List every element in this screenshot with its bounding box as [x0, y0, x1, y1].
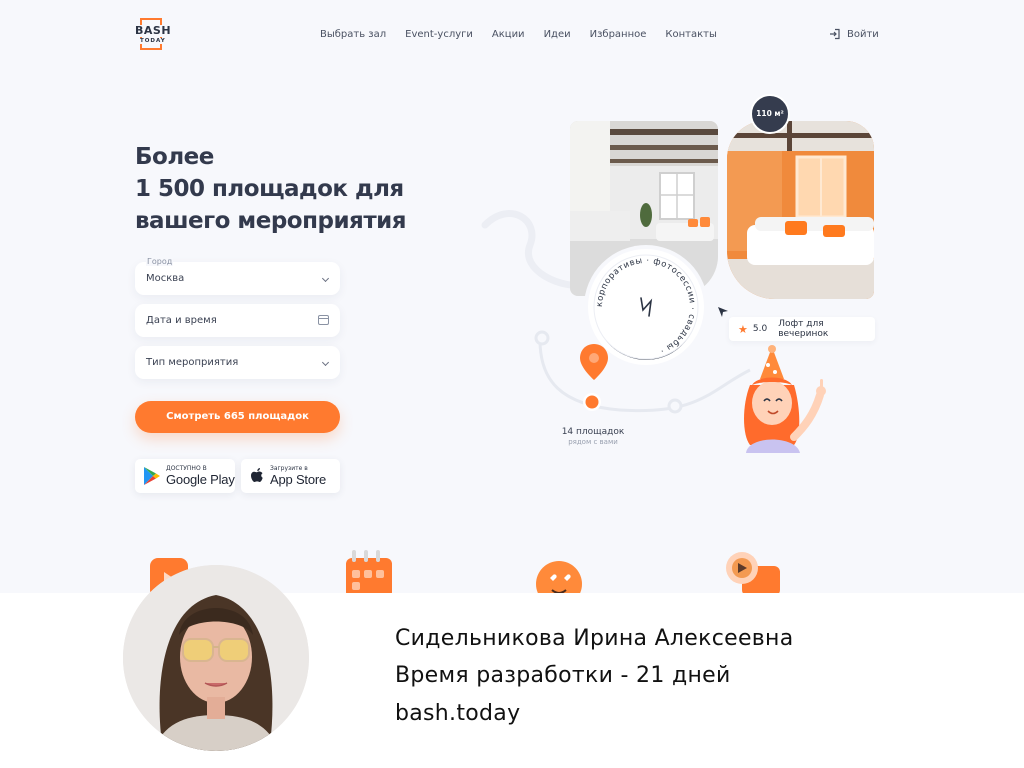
nav-item-event-services[interactable]: Event-услуги — [405, 29, 473, 40]
google-play-button[interactable]: ДОСТУПНО В Google Play — [135, 459, 235, 493]
logo-text-bash: BASH — [135, 24, 172, 37]
apple-icon — [251, 467, 263, 482]
camera-icon — [726, 552, 780, 593]
headline-line-1: Более — [135, 144, 214, 170]
site-name: bash.today — [395, 701, 521, 726]
headline-line-2: 1 500 площадок для — [135, 176, 404, 202]
hero-section: BASH TODAY Выбрать зал Event-услуги Акци… — [0, 0, 1024, 593]
app-store-small: Загрузите в — [270, 465, 308, 472]
city-select[interactable]: Город Москва — [135, 257, 340, 295]
city-label: Город — [146, 257, 174, 266]
datetime-placeholder: Дата и время — [146, 315, 217, 326]
google-play-label: Google Play — [166, 472, 235, 487]
headline-line-3: вашего мероприятия — [135, 208, 407, 234]
login-icon — [830, 28, 840, 40]
love-emoji-icon — [536, 561, 582, 593]
nav-item-ideas[interactable]: Идеи — [544, 29, 571, 40]
star-icon: ★ — [738, 322, 748, 336]
area-badge: 110 м² — [750, 94, 790, 134]
rating-value: 5.0 — [752, 324, 768, 334]
logo-text-today: TODAY — [139, 38, 167, 44]
nav-item-promotions[interactable]: Акции — [492, 29, 525, 40]
calendar-icon — [318, 315, 329, 325]
party-girl-illustration — [744, 345, 826, 453]
nav-item-contacts[interactable]: Контакты — [665, 29, 716, 40]
app-store-button[interactable]: Загрузите в App Store — [241, 459, 340, 493]
nearby-count: 14 площадок — [561, 427, 625, 437]
calendar-3d-icon — [346, 550, 392, 593]
event-type-placeholder: Тип мероприятия — [146, 357, 239, 368]
map-pin-icon — [580, 344, 608, 411]
login-button[interactable]: Войти — [829, 28, 879, 40]
brand-logo[interactable]: BASH TODAY — [135, 18, 171, 52]
features-icons-row — [0, 548, 1024, 593]
venue-rating-card[interactable]: ★ 5.0 Лофт для вечеринок — [729, 317, 875, 341]
nav-item-choose-venue[interactable]: Выбрать зал — [320, 29, 386, 40]
chevron-down-icon — [321, 358, 330, 367]
city-value: Москва — [146, 273, 185, 284]
google-play-icon — [144, 467, 160, 485]
venue-photo-orange-loft[interactable] — [727, 121, 874, 299]
page-title: Более 1 500 площадок для вашего мероприя… — [135, 141, 407, 237]
google-play-small: ДОСТУПНО В — [166, 465, 207, 472]
author-avatar — [123, 565, 309, 751]
view-venues-button[interactable]: Смотреть 665 площадок — [135, 401, 340, 433]
author-name: Сидельникова Ирина Алексеевна — [395, 626, 794, 651]
datetime-field[interactable]: Дата и время — [135, 304, 340, 337]
cursor-icon — [718, 307, 728, 317]
login-label: Войти — [847, 28, 879, 40]
development-time: Время разработки - 21 дней — [395, 663, 731, 688]
main-nav: Выбрать зал Event-услуги Акции Идеи Избр… — [320, 29, 717, 40]
event-type-select[interactable]: Тип мероприятия — [135, 346, 340, 379]
nav-item-favorites[interactable]: Избранное — [590, 29, 647, 40]
nearby-venues: 14 площадок рядом с вами — [540, 427, 646, 446]
app-store-label: App Store — [270, 472, 327, 487]
venue-name: Лофт для вечеринок — [778, 319, 829, 339]
chevron-down-icon — [321, 274, 330, 283]
nearby-sub: рядом с вами — [568, 438, 618, 446]
